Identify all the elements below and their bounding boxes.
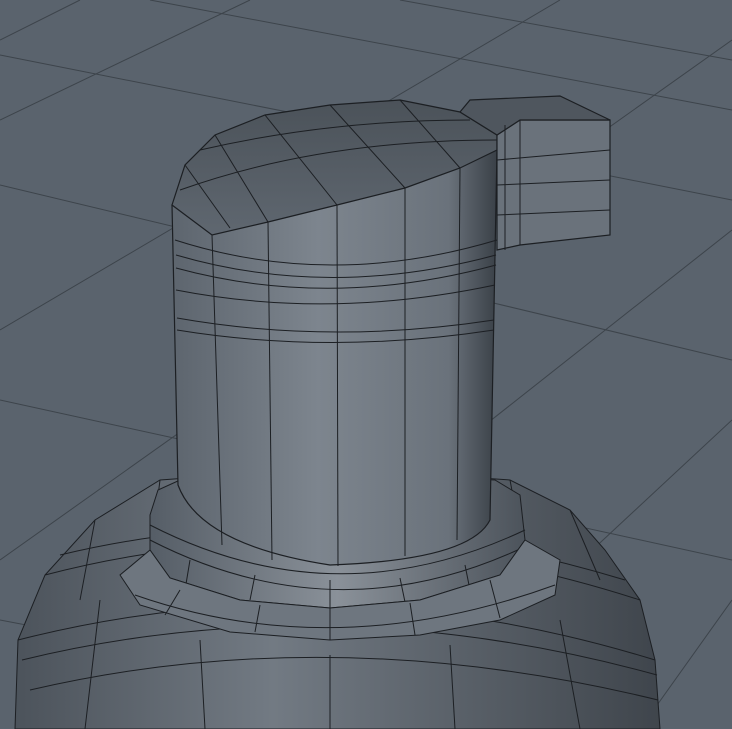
pump-nozzle[interactable] [496,119,611,251]
grid-line [0,0,251,121]
grid-line [399,0,732,61]
viewport-scene[interactable] [0,0,732,729]
pump-bottle-mesh[interactable] [14,95,661,729]
grid-line [149,0,732,111]
3d-viewport[interactable] [0,0,732,729]
grid-line [0,0,81,41]
